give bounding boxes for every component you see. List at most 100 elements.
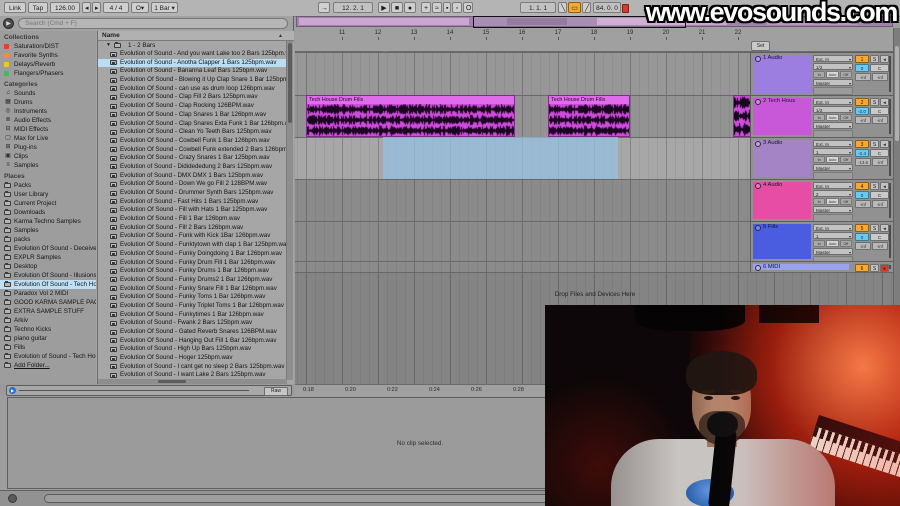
output-dropdown[interactable]: Master ▾ <box>813 248 853 255</box>
file-row[interactable]: Evolution Of Sound - Hanging Out Fill 1 … <box>98 337 287 346</box>
capture-midi-button[interactable]: ≈ <box>432 2 442 13</box>
sidebar-item-place[interactable]: EXTRA SAMPLE STUFF <box>0 307 96 316</box>
record-button[interactable]: ● <box>404 2 416 13</box>
info-view-icon[interactable] <box>8 494 17 503</box>
file-row[interactable]: Evolution Of Sound - Crazy Snares 1 Bar … <box>98 154 287 163</box>
sidebar-item-collection[interactable]: Saturation/DIST <box>0 42 96 51</box>
track-activator-button[interactable]: 5 <box>855 224 869 232</box>
file-row[interactable]: Evolution Of Sound - Funky Drums2 1 Bar … <box>98 276 287 285</box>
file-row[interactable]: Evolution Of Sound - Cowbell Funk extend… <box>98 146 287 155</box>
input-type-dropdown[interactable]: Ext. In ▾ <box>813 98 853 105</box>
send-b-field[interactable]: -inf <box>872 116 888 124</box>
volume-field[interactable]: 0 <box>855 64 869 72</box>
set-locator-button[interactable]: Set <box>751 41 770 51</box>
sidebar-item-collection[interactable]: Favorite Synths <box>0 51 96 60</box>
loop-button[interactable]: ▭ <box>568 2 581 13</box>
monitor-switch[interactable]: In Auto Off <box>813 71 853 78</box>
punch-in-button[interactable]: ╲ <box>558 2 567 13</box>
nudge-up-icon[interactable]: ▸ <box>92 2 101 13</box>
sidebar-item-collection[interactable]: Flangers/Phasers <box>0 69 96 78</box>
send-b-field[interactable]: -inf <box>872 200 888 208</box>
unfold-track-icon[interactable] <box>755 183 761 189</box>
unfold-track-icon[interactable] <box>755 265 761 271</box>
input-type-dropdown[interactable]: Ext. In ▾ <box>813 224 853 231</box>
sidebar-item-place[interactable]: EXPLR Samples <box>0 253 96 262</box>
monitor-option[interactable]: Off <box>839 156 852 163</box>
track-name-block[interactable]: 5 Fills <box>753 224 811 259</box>
monitor-switch[interactable]: In Auto Off <box>813 198 853 205</box>
sidebar-item-category[interactable]: ≡ Samples <box>0 161 96 170</box>
sidebar-item-place[interactable]: Techno Kicks <box>0 325 96 334</box>
tempo-field[interactable]: 126.00 <box>50 2 80 13</box>
file-row[interactable]: Evolution Of Sound - Funktytown with cla… <box>98 241 287 250</box>
track-speaker-button[interactable]: ◄ <box>880 224 889 232</box>
track-speaker-button[interactable]: ◄ <box>880 98 889 106</box>
send-b-field[interactable]: -inf <box>872 242 888 250</box>
loop-length-display[interactable]: 84. 0. 0 <box>593 2 621 13</box>
file-row[interactable]: Evolution Of Sound - can use as drum loo… <box>98 85 287 94</box>
track-activator-button[interactable]: 6 <box>855 264 869 272</box>
input-channel-dropdown[interactable]: 2 ▾ <box>813 190 853 197</box>
preview-toggle-icon[interactable]: ▶ <box>3 18 14 29</box>
hscroll-thumb[interactable] <box>158 380 186 383</box>
loop-start-display[interactable]: 1. 1. 1 <box>520 2 556 13</box>
input-channel-dropdown[interactable]: 1 ▾ <box>813 232 853 239</box>
solo-button[interactable]: S <box>870 98 879 106</box>
add-folder-button[interactable]: Add Folder... <box>0 361 96 370</box>
file-row[interactable]: Evolution of Sound - Bananna Leaf Bars 1… <box>98 67 287 76</box>
file-row[interactable]: Evolution Of Sound - Clean Yo Teeth Bars… <box>98 128 287 137</box>
sidebar-item-category[interactable]: ◎ Instruments <box>0 107 96 116</box>
track-name-block[interactable]: 2 Tech Hous <box>753 98 811 135</box>
solo-button[interactable]: S <box>870 224 879 232</box>
sidebar-item-place[interactable]: Paradox Vol 2 MIDI <box>0 289 96 298</box>
unfold-track-icon[interactable] <box>755 56 761 62</box>
sidebar-item-place[interactable]: Arkiv <box>0 316 96 325</box>
file-row[interactable]: Evolution Of Sound - Fill with Hats 1 Ba… <box>98 206 287 215</box>
arrangement-vscroll-thumb[interactable] <box>895 46 899 141</box>
unfold-track-icon[interactable] <box>755 225 761 231</box>
punch-out-button[interactable]: ╱ <box>582 2 591 13</box>
input-channel-dropdown[interactable]: 1/2 ▾ <box>813 63 853 70</box>
sidebar-item-place[interactable]: Desktop <box>0 262 96 271</box>
volume-field[interactable]: 0 <box>855 233 869 241</box>
file-row[interactable]: Evolution Of Sound - Funky Snare Fill 1 … <box>98 285 287 294</box>
expand-triangle-icon[interactable]: ▼ <box>106 41 111 50</box>
file-row[interactable]: Evolution Of Sound - Clap Snares Exta Fu… <box>98 120 287 129</box>
arrangement-position-display[interactable]: 12. 2. 1 <box>333 2 373 13</box>
unfold-track-icon[interactable] <box>755 141 761 147</box>
monitor-option[interactable]: In <box>813 156 826 163</box>
output-dropdown[interactable]: Master ▾ <box>813 206 853 213</box>
session-record-button[interactable]: ▪ <box>443 2 451 13</box>
metronome-button[interactable]: O▾ <box>131 2 149 13</box>
sidebar-item-place[interactable]: Samples <box>0 226 96 235</box>
track-speaker-button[interactable]: ◄ <box>880 140 889 148</box>
input-channel-dropdown[interactable]: 1 ▾ <box>813 148 853 155</box>
file-row[interactable]: Evolution of Sound - Fwank 2 Bars 125bpm… <box>98 319 287 328</box>
monitor-option[interactable]: Off <box>839 71 852 78</box>
file-row[interactable]: Evolution Of Sound - Funk with Kick 1Bar… <box>98 232 287 241</box>
file-row[interactable]: Evolution Of Sound - Blowing it Up Clap … <box>98 76 287 85</box>
track-header[interactable]: 1 Audio Ext. In ▾ 1/2 ▾ In Auto Off Master ▾ 1 S ◄ 0 C… <box>750 52 893 95</box>
monitor-option[interactable]: Auto <box>826 114 839 121</box>
monitor-option[interactable]: Off <box>839 240 852 247</box>
send-a-field[interactable]: -inf <box>855 200 871 208</box>
send-a-field[interactable]: -inf <box>855 242 871 250</box>
search-input[interactable] <box>18 18 288 29</box>
sidebar-item-place[interactable]: piano guitar <box>0 334 96 343</box>
clip-title[interactable]: Tech House Drum Fills <box>549 96 629 104</box>
file-row[interactable]: Evolution Of Sound - Clap Snares 1 Bar 1… <box>98 111 287 120</box>
file-row[interactable]: Evolution of Sound - Anotha Clapper 1 Ba… <box>98 58 287 68</box>
track-activator-button[interactable]: 3 <box>855 140 869 148</box>
monitor-option[interactable]: Auto <box>826 198 839 205</box>
sidebar-item-collection[interactable]: Delays/Reverb <box>0 60 96 69</box>
input-type-dropdown[interactable]: Ext. In ▾ <box>813 55 853 62</box>
quantize-menu[interactable]: 1 Bar ▾ <box>151 2 178 13</box>
preview-waveform-slot[interactable]: ▶ Raw <box>6 385 292 396</box>
sidebar-item-place[interactable]: Current Project <box>0 199 96 208</box>
file-row[interactable]: Evolution Of Sound - Funkytimes 1 Bar 12… <box>98 311 287 320</box>
track-activator-button[interactable]: 1 <box>855 55 869 63</box>
file-row[interactable]: Evolution of Sound - DMX DMX 1 Bars 125b… <box>98 172 287 181</box>
file-list-vscrollbar[interactable] <box>286 41 293 380</box>
monitor-option[interactable]: In <box>813 198 826 205</box>
link-button[interactable]: Link <box>4 2 26 13</box>
